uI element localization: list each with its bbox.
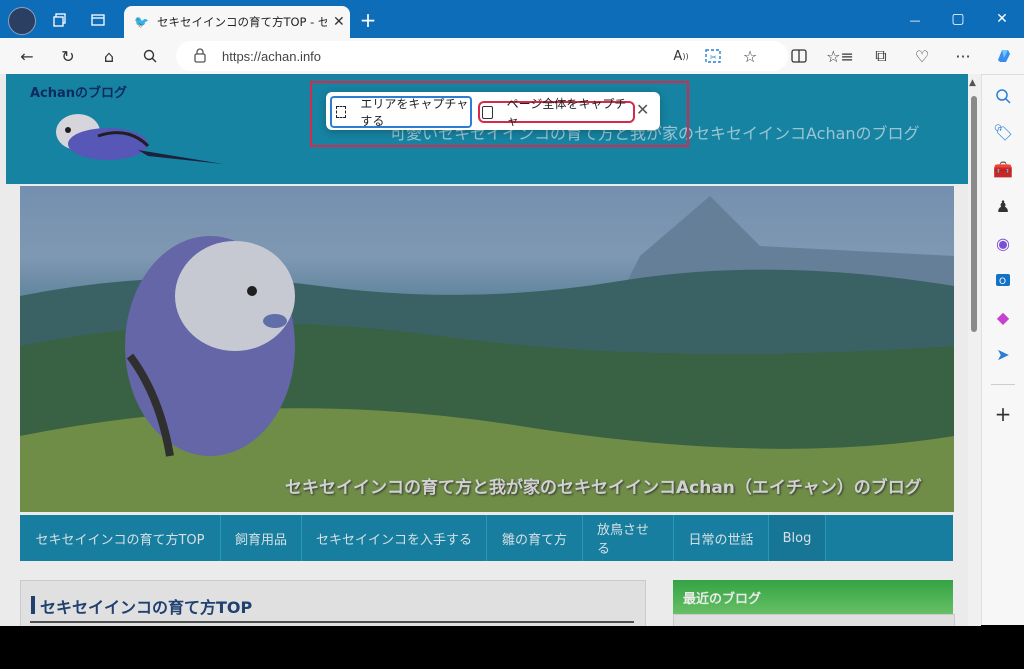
favicon-icon: 🐦 xyxy=(134,15,149,29)
search-icon[interactable] xyxy=(136,42,164,70)
outlook-icon[interactable]: O xyxy=(989,266,1017,294)
split-screen-icon[interactable] xyxy=(785,42,813,70)
sidebar-search-icon[interactable] xyxy=(989,82,1017,110)
copilot-icon[interactable] xyxy=(990,42,1018,70)
home-icon[interactable]: ⌂ xyxy=(95,42,123,70)
capture-area-label: エリアをキャプチャする xyxy=(360,97,469,128)
capture-dim-overlay xyxy=(0,74,968,626)
screenshot-icon[interactable]: ✂ xyxy=(699,42,727,70)
taskbar-area xyxy=(0,626,1024,669)
lock-icon[interactable] xyxy=(193,47,207,67)
shopping-tag-icon[interactable]: 🏷 xyxy=(989,118,1017,146)
minimize-button[interactable]: — xyxy=(905,10,925,30)
svg-text:✂: ✂ xyxy=(710,53,717,62)
scrollbar-thumb[interactable] xyxy=(971,96,977,332)
games-icon[interactable]: ♟ xyxy=(989,192,1017,220)
new-tab-button[interactable]: + xyxy=(358,8,378,32)
more-menu-icon[interactable]: ··· xyxy=(949,42,977,70)
refresh-icon[interactable]: ↻ xyxy=(54,42,82,70)
browser-essentials-icon[interactable]: ♡ xyxy=(908,42,936,70)
capture-full-page-button[interactable]: ページ全体をキャプチャ xyxy=(478,97,635,128)
close-tab-icon[interactable]: ✕ xyxy=(333,14,345,30)
maximize-button[interactable]: ▢ xyxy=(948,9,968,29)
close-window-button[interactable]: ✕ xyxy=(992,9,1012,29)
area-select-icon xyxy=(336,106,347,118)
collections-icon[interactable]: ⧉ xyxy=(867,42,895,70)
tab-actions-icon[interactable] xyxy=(88,10,108,30)
tab-title: セキセイインコの育て方TOP - セキセイ xyxy=(156,15,327,29)
full-page-icon xyxy=(482,105,493,119)
microsoft365-icon[interactable]: ◉ xyxy=(989,229,1017,257)
capture-area-button[interactable]: エリアをキャプチャする xyxy=(330,96,472,128)
sidebar-divider xyxy=(991,384,1015,385)
designer-icon[interactable]: ◆ xyxy=(989,303,1017,331)
profile-avatar[interactable] xyxy=(8,7,36,35)
add-sidebar-icon[interactable]: + xyxy=(989,400,1017,428)
browser-tab[interactable]: 🐦 セキセイインコの育て方TOP - セキセイ ✕ xyxy=(124,6,350,38)
url-text[interactable]: https://achan.info xyxy=(222,49,321,64)
tools-icon[interactable]: 🧰 xyxy=(989,155,1017,183)
workspaces-icon[interactable] xyxy=(50,10,70,30)
svg-text:O: O xyxy=(999,277,1006,287)
capture-close-icon[interactable]: ✕ xyxy=(636,100,649,119)
favorite-star-icon[interactable]: ☆ xyxy=(736,42,764,70)
back-icon[interactable]: ← xyxy=(13,42,41,70)
send-icon[interactable]: ➤ xyxy=(989,340,1017,368)
favorites-list-icon[interactable]: ☆≡ xyxy=(826,42,854,70)
read-aloud-icon[interactable]: A)) xyxy=(667,42,695,70)
capture-page-label: ページ全体をキャプチャ xyxy=(506,97,627,128)
scroll-up-arrow[interactable]: ▲ xyxy=(969,78,976,88)
